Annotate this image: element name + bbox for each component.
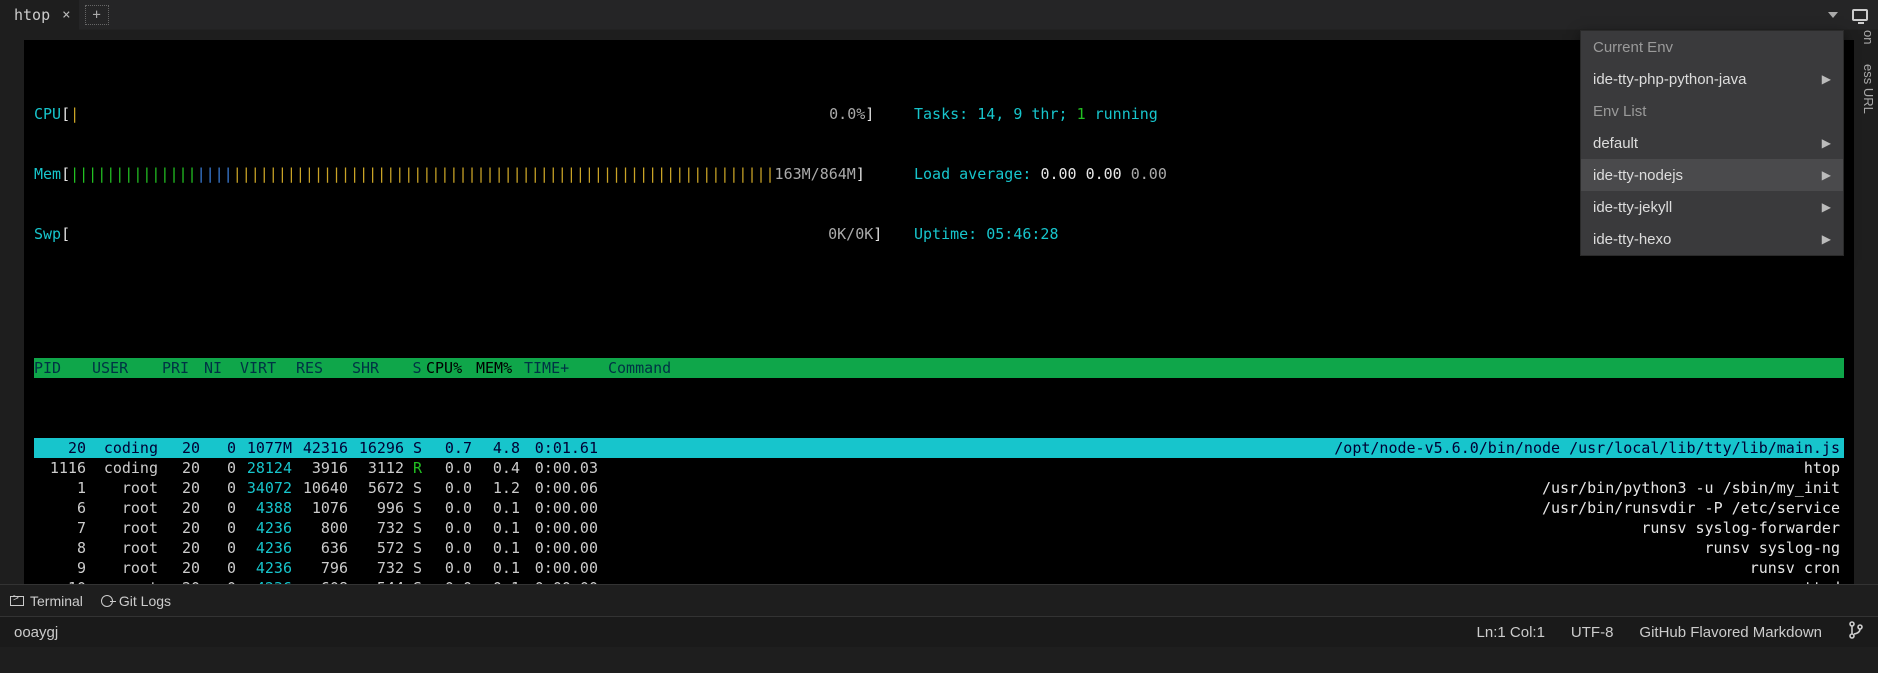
env-item-default[interactable]: default▶ [1581,127,1843,159]
chevron-right-icon: ▶ [1822,200,1831,214]
bottom-panel-tabs: Terminal Git Logs [0,584,1878,616]
process-row[interactable]: 20coding2001077M4231616296S0.74.80:01.61… [34,438,1844,458]
mem-label: Mem [34,165,61,183]
right-rail-text-b[interactable]: ess URL [1861,64,1876,114]
tab-bar: htop × + [0,0,1878,30]
cpu-label: CPU [34,105,61,123]
process-row[interactable]: 1116coding2002812439163112R0.00.40:00.03… [34,458,1844,478]
chevron-right-icon: ▶ [1822,72,1831,86]
tab-htop[interactable]: htop × [0,0,79,30]
tab-close-icon[interactable]: × [62,7,70,23]
uptime-val: 05:46:28 [986,225,1058,243]
status-lncol[interactable]: Ln:1 Col:1 [1477,624,1545,641]
env-item-ide-tty-nodejs[interactable]: ide-tty-nodejs▶ [1581,159,1843,191]
tasks-label: Tasks: [914,105,968,123]
status-language[interactable]: GitHub Flavored Markdown [1639,624,1822,641]
swp-label: Swp [34,225,61,243]
process-row[interactable]: 9root2004236796732S0.00.10:00.00runsv cr… [34,558,1844,578]
terminal-icon [10,596,24,606]
process-row[interactable]: 10root2004236608544S0.00.10:00.00runsv t… [34,578,1844,584]
env-current[interactable]: ide-tty-php-python-java ▶ [1581,63,1843,95]
env-item-ide-tty-hexo[interactable]: ide-tty-hexo▶ [1581,223,1843,255]
env-item-ide-tty-jekyll[interactable]: ide-tty-jekyll▶ [1581,191,1843,223]
panel-tab-gitlogs[interactable]: Git Logs [101,593,171,609]
tab-title: htop [14,6,50,24]
chevron-right-icon: ▶ [1822,136,1831,150]
env-header-current: Current Env [1581,31,1843,63]
swp-val: 0K/0K [828,225,873,243]
process-row[interactable]: 7root2004236800732S0.00.10:00.00runsv sy… [34,518,1844,538]
process-row[interactable]: 6root20043881076996S0.00.10:00.00/usr/bi… [34,498,1844,518]
new-tab-button[interactable]: + [85,5,109,25]
status-bar: ooaygj Ln:1 Col:1 UTF-8 GitHub Flavored … [0,616,1878,647]
mem-val: 163M/864M [775,165,856,183]
process-column-header[interactable]: PID USER PRI NI VIRT RES SHR S CPU% MEM%… [34,358,1844,378]
status-encoding[interactable]: UTF-8 [1571,624,1614,641]
branch-icon[interactable] [1848,621,1864,643]
right-rail-text-a[interactable]: on [1861,30,1876,44]
status-left[interactable]: ooaygj [14,624,58,641]
chevron-right-icon: ▶ [1822,168,1831,182]
env-dropdown: Current Env ide-tty-php-python-java ▶ En… [1580,30,1844,256]
monitor-icon[interactable] [1852,9,1868,21]
panel-tab-terminal[interactable]: Terminal [10,593,83,609]
process-row[interactable]: 1root20034072106405672S0.01.20:00.06/usr… [34,478,1844,498]
chevron-right-icon: ▶ [1822,232,1831,246]
env-header-list: Env List [1581,95,1843,127]
dropdown-caret-icon[interactable] [1828,12,1838,18]
right-rail: on ess URL [1861,30,1876,310]
process-row[interactable]: 8root2004236636572S0.00.10:00.00runsv sy… [34,538,1844,558]
git-icon [101,595,113,607]
cpu-pct: 0.0% [829,105,865,123]
